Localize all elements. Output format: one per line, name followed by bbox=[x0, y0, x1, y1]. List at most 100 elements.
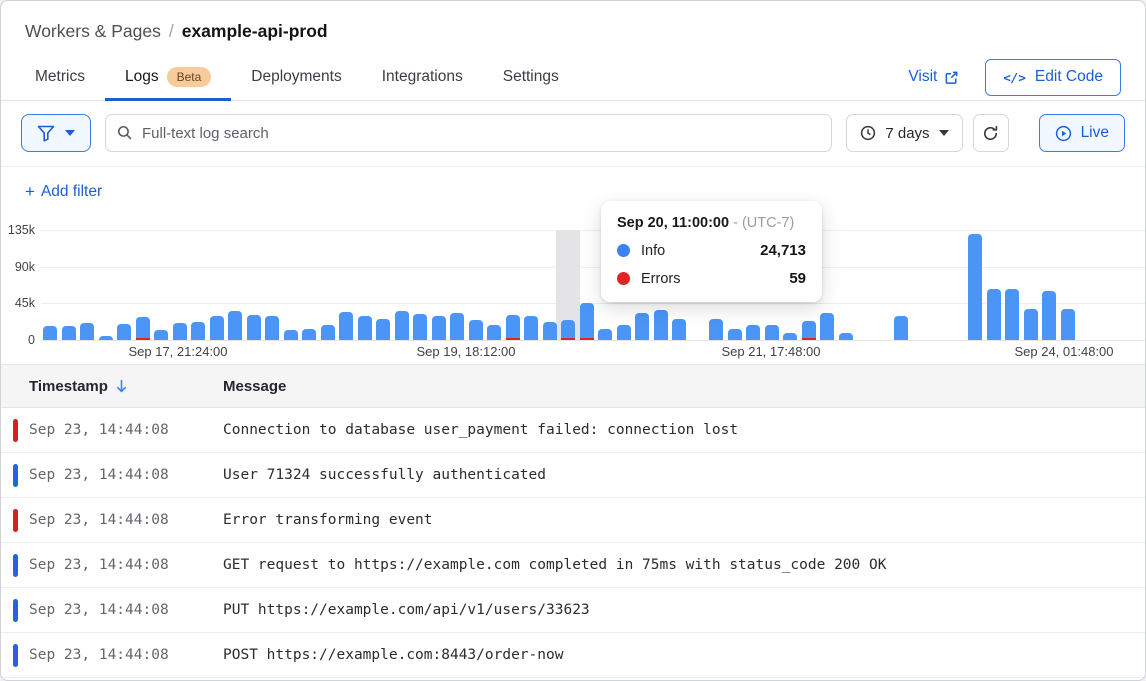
chart-bar[interactable] bbox=[783, 333, 797, 340]
chart-bar[interactable] bbox=[43, 326, 57, 340]
chart-bar[interactable] bbox=[524, 316, 538, 340]
chart-bar[interactable] bbox=[247, 315, 261, 340]
bar-info-segment bbox=[839, 333, 853, 340]
chart-bar[interactable] bbox=[173, 323, 187, 340]
chart-bar[interactable] bbox=[987, 289, 1001, 340]
breadcrumb-section[interactable]: Workers & Pages bbox=[25, 21, 161, 41]
chart-bar[interactable] bbox=[598, 329, 612, 340]
chart-bar[interactable] bbox=[284, 330, 298, 340]
tab-deployments[interactable]: Deployments bbox=[231, 54, 361, 100]
chart-bar[interactable] bbox=[561, 320, 575, 340]
chart-bar[interactable] bbox=[302, 329, 316, 340]
tab-logs[interactable]: Logs Beta bbox=[105, 54, 231, 100]
add-filter-row: + Add filter bbox=[1, 167, 1145, 214]
log-row[interactable]: Sep 23, 14:44:08POST https://example.com… bbox=[1, 633, 1145, 678]
time-range-dropdown[interactable]: 7 days bbox=[846, 114, 962, 152]
bar-errors-segment bbox=[802, 338, 816, 340]
chart-bar[interactable] bbox=[321, 325, 335, 340]
chart-bar[interactable] bbox=[432, 316, 446, 340]
chart-bar[interactable] bbox=[62, 326, 76, 340]
play-circle-icon bbox=[1055, 125, 1072, 142]
log-table: Timestamp Message Sep 23, 14:44:08Connec… bbox=[1, 364, 1145, 678]
chart-bar[interactable] bbox=[1042, 291, 1056, 340]
chart-bar[interactable] bbox=[802, 321, 816, 340]
chart-bar[interactable] bbox=[154, 330, 168, 340]
log-row[interactable]: Sep 23, 14:44:08PUT https://example.com/… bbox=[1, 588, 1145, 633]
chart-bar[interactable] bbox=[1005, 289, 1019, 340]
chart-bar[interactable] bbox=[191, 322, 205, 340]
chart-bar[interactable] bbox=[265, 316, 279, 340]
chart-bar[interactable] bbox=[1061, 309, 1075, 340]
plus-icon: + bbox=[25, 182, 35, 202]
code-icon: </> bbox=[1003, 70, 1026, 85]
sort-descending-icon[interactable] bbox=[114, 378, 129, 394]
chart-bar[interactable] bbox=[654, 310, 668, 340]
chart-bar[interactable] bbox=[136, 317, 150, 340]
chart-bar[interactable] bbox=[580, 303, 594, 340]
visit-link[interactable]: Visit bbox=[908, 68, 959, 86]
bar-info-segment bbox=[987, 289, 1001, 340]
gridline bbox=[41, 340, 1146, 341]
chart-bar[interactable] bbox=[450, 313, 464, 340]
chart-bar[interactable] bbox=[543, 322, 557, 340]
log-message: PUT https://example.com/api/v1/users/336… bbox=[223, 602, 1145, 618]
chart-bar[interactable] bbox=[968, 234, 982, 340]
chart-bar[interactable] bbox=[709, 319, 723, 340]
log-timestamp: Sep 23, 14:44:08 bbox=[1, 467, 223, 483]
bar-info-segment bbox=[894, 316, 908, 340]
log-row[interactable]: Sep 23, 14:44:08Error transforming event bbox=[1, 498, 1145, 543]
chart-bar[interactable] bbox=[210, 316, 224, 340]
chart-bar[interactable] bbox=[117, 324, 131, 340]
bar-info-segment bbox=[524, 316, 538, 340]
bar-info-segment bbox=[1042, 291, 1056, 340]
chart-bar[interactable] bbox=[80, 323, 94, 340]
chart-bar[interactable] bbox=[487, 325, 501, 340]
tab-metrics[interactable]: Metrics bbox=[15, 54, 105, 100]
live-button[interactable]: Live bbox=[1039, 114, 1125, 152]
chart-bar[interactable] bbox=[894, 316, 908, 340]
refresh-button[interactable] bbox=[973, 114, 1009, 152]
chart-bar[interactable] bbox=[1024, 309, 1038, 340]
log-message: GET request to https://example.com compl… bbox=[223, 557, 1145, 573]
chart-bar[interactable] bbox=[99, 336, 113, 340]
log-row[interactable]: Sep 23, 14:44:08User 71324 successfully … bbox=[1, 453, 1145, 498]
chart-bar[interactable] bbox=[672, 319, 686, 340]
search-icon bbox=[116, 124, 133, 141]
column-header-timestamp[interactable]: Timestamp bbox=[1, 378, 223, 395]
add-filter-button[interactable]: + Add filter bbox=[25, 182, 102, 202]
search-input[interactable] bbox=[105, 114, 832, 152]
chart-bar[interactable] bbox=[635, 313, 649, 340]
log-toolbar: 7 days Live bbox=[1, 101, 1145, 167]
log-row[interactable]: Sep 23, 14:44:08Connection to database u… bbox=[1, 408, 1145, 453]
chart-bar[interactable] bbox=[746, 325, 760, 340]
chart-bar[interactable] bbox=[358, 316, 372, 340]
tab-integrations[interactable]: Integrations bbox=[362, 54, 483, 100]
edit-code-button[interactable]: </> Edit Code bbox=[985, 59, 1121, 96]
filter-dropdown-button[interactable] bbox=[21, 114, 91, 152]
chart-bar[interactable] bbox=[765, 325, 779, 340]
chart-bar[interactable] bbox=[469, 320, 483, 340]
bar-info-segment bbox=[672, 319, 686, 340]
chart-bar[interactable] bbox=[228, 311, 242, 340]
breadcrumb-current: example-api-prod bbox=[182, 21, 328, 41]
chart-bar[interactable] bbox=[506, 315, 520, 340]
chart-bar[interactable] bbox=[395, 311, 409, 340]
chart-bar[interactable] bbox=[376, 319, 390, 340]
log-table-body: Sep 23, 14:44:08Connection to database u… bbox=[1, 408, 1145, 678]
column-header-message[interactable]: Message bbox=[223, 378, 1145, 395]
log-level-indicator bbox=[13, 554, 18, 577]
bar-info-segment bbox=[173, 323, 187, 340]
search-container bbox=[105, 114, 832, 152]
chart-bar[interactable] bbox=[339, 312, 353, 340]
log-message: POST https://example.com:8443/order-now bbox=[223, 647, 1145, 663]
chart-bar[interactable] bbox=[839, 333, 853, 340]
log-timestamp: Sep 23, 14:44:08 bbox=[1, 557, 223, 573]
tab-settings[interactable]: Settings bbox=[483, 54, 579, 100]
chart-bar[interactable] bbox=[413, 314, 427, 340]
chart-bar[interactable] bbox=[820, 313, 834, 340]
chart-bar[interactable] bbox=[617, 325, 631, 340]
bar-errors-segment bbox=[580, 338, 594, 340]
log-row[interactable]: Sep 23, 14:44:08GET request to https://e… bbox=[1, 543, 1145, 588]
x-axis-tick-label: Sep 17, 21:24:00 bbox=[128, 344, 227, 359]
chart-bar[interactable] bbox=[728, 329, 742, 340]
